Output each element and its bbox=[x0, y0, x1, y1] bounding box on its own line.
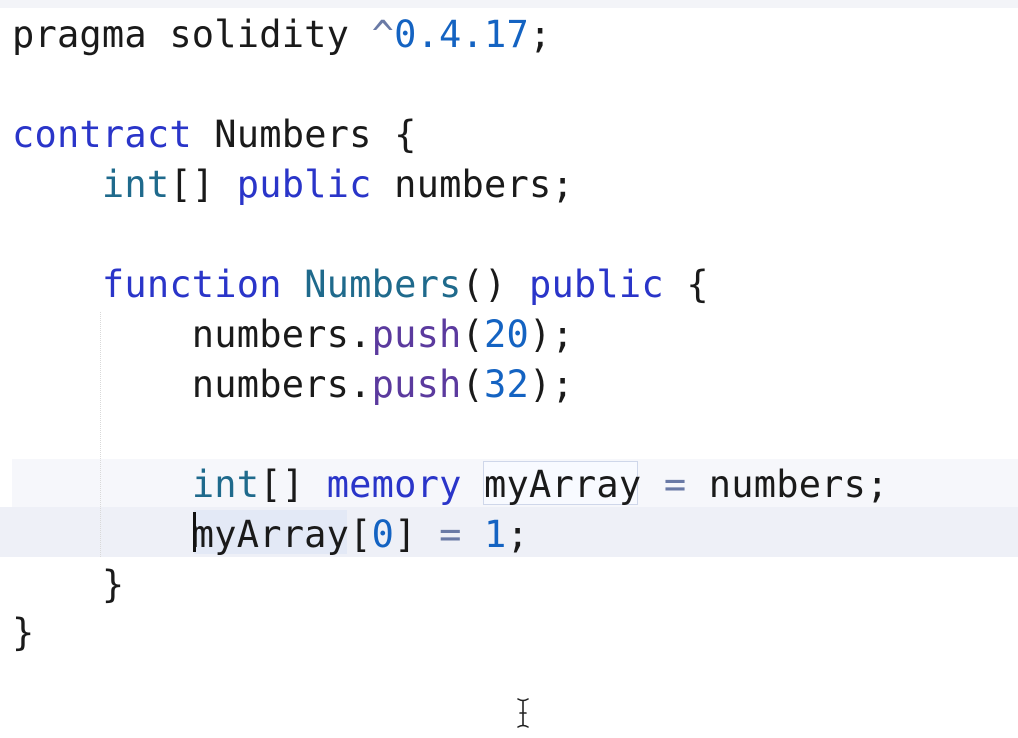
code-token-num: 20 bbox=[484, 313, 529, 356]
code-token-num: 0.4.17 bbox=[394, 13, 529, 56]
code-token-ty: int bbox=[191, 463, 260, 506]
code-token-plain: } bbox=[12, 563, 125, 606]
code-token-plain: () bbox=[461, 263, 529, 306]
code-line[interactable]: } bbox=[12, 560, 124, 610]
code-token-plain: numbers. bbox=[12, 363, 372, 406]
code-token-plain: Numbers { bbox=[191, 113, 417, 156]
code-token-plain: myArray bbox=[461, 463, 664, 506]
code-token-op: ^ bbox=[371, 13, 395, 56]
code-token-plain: [] bbox=[169, 163, 237, 206]
code-token-plain: numbers; bbox=[371, 163, 574, 206]
code-token-kw: public bbox=[528, 263, 664, 306]
code-token-call: push bbox=[371, 363, 462, 406]
code-line[interactable]: myArray[0] = 1; bbox=[12, 510, 529, 560]
code-token-kw: function bbox=[101, 263, 282, 306]
code-editor[interactable]: pragma solidity ^0.4.17; contract Numbers… bbox=[0, 0, 1018, 738]
code-token-ty: Numbers bbox=[304, 263, 462, 306]
code-line[interactable]: numbers.push(32); bbox=[12, 360, 574, 410]
editor-top-strip bbox=[0, 0, 1018, 8]
code-token-kw: public bbox=[236, 163, 372, 206]
code-line[interactable]: numbers.push(20); bbox=[12, 310, 574, 360]
text-caret bbox=[193, 512, 196, 552]
code-token-plain: ); bbox=[528, 313, 574, 356]
code-token-op: = bbox=[439, 513, 462, 556]
code-token-plain: pragma solidity bbox=[12, 13, 372, 56]
code-token-plain: { bbox=[663, 263, 709, 306]
code-token-plain: } bbox=[12, 611, 35, 654]
code-line[interactable]: int[] public numbers; bbox=[12, 160, 574, 210]
code-token-plain: [] bbox=[259, 463, 327, 506]
code-token-plain: numbers; bbox=[686, 463, 889, 506]
code-token-call: push bbox=[371, 313, 462, 356]
text-cursor-icon bbox=[517, 698, 529, 728]
code-token-plain: ( bbox=[461, 363, 485, 406]
code-line[interactable]: function Numbers() public { bbox=[12, 260, 709, 310]
code-token-plain: ); bbox=[528, 363, 574, 406]
code-token-op: = bbox=[663, 463, 687, 506]
code-line[interactable]: pragma solidity ^0.4.17; bbox=[12, 10, 551, 60]
code-token-ty: int bbox=[101, 163, 170, 206]
code-token-num: 0 bbox=[371, 513, 395, 556]
code-line[interactable]: contract Numbers { bbox=[12, 110, 417, 160]
code-token-kw: memory bbox=[326, 463, 462, 506]
code-token-num: 1 bbox=[484, 513, 507, 556]
code-token-num: 32 bbox=[484, 363, 529, 406]
code-token-plain: ( bbox=[461, 313, 485, 356]
code-line[interactable]: int[] memory myArray = numbers; bbox=[12, 460, 889, 510]
code-token-plain: numbers. bbox=[12, 313, 372, 356]
code-line[interactable]: } bbox=[12, 608, 34, 658]
code-token-plain: ; bbox=[528, 13, 552, 56]
code-token-kw: contract bbox=[12, 113, 192, 156]
code-token-plain: ; bbox=[506, 513, 529, 556]
code-token-plain: ] bbox=[394, 513, 440, 556]
code-token-plain: myArray[ bbox=[12, 513, 372, 556]
